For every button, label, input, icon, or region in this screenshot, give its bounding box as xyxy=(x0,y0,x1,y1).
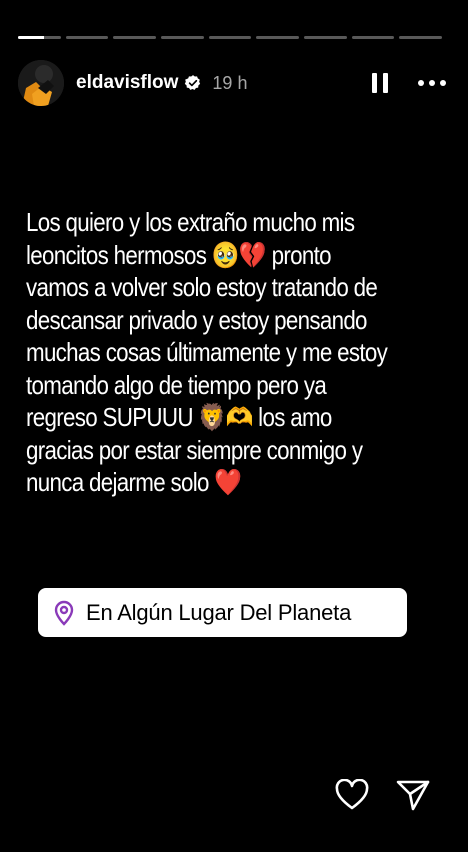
progress-segment xyxy=(304,36,347,39)
verified-badge-icon xyxy=(185,75,201,90)
share-button[interactable] xyxy=(394,776,432,814)
avatar[interactable] xyxy=(18,60,64,106)
caption-line: tomando algo de tiempo pero ya xyxy=(26,369,327,400)
location-pin-icon xyxy=(54,600,74,626)
more-icon xyxy=(418,80,424,86)
caption-line: nunca dejarme solo ❤️ xyxy=(26,467,242,497)
more-options-button[interactable] xyxy=(414,69,450,97)
like-button[interactable] xyxy=(333,776,371,814)
progress-segment xyxy=(399,36,443,39)
location-sticker[interactable]: En Algún Lugar Del Planeta xyxy=(38,588,407,637)
progress-segment xyxy=(18,36,61,39)
caption-line: descansar privado y estoy pensando xyxy=(26,304,368,335)
heart-icon xyxy=(335,779,369,810)
progress-segment xyxy=(351,36,395,39)
pause-button[interactable] xyxy=(366,69,394,97)
story-header: eldavisflow 19 h xyxy=(18,58,450,108)
story-progress-bar xyxy=(18,36,443,39)
caption-line: regreso SUPUUU 🦁🫶 los amo xyxy=(26,402,332,432)
progress-segment xyxy=(65,36,109,39)
progress-segment xyxy=(113,36,157,39)
username[interactable]: eldavisflow xyxy=(76,72,178,94)
caption-line: muchas cosas últimamente y me estoy xyxy=(26,337,388,367)
caption-line: leoncitos hermosos 🥹💔 pronto xyxy=(26,239,332,270)
progress-segment xyxy=(256,36,300,39)
caption-line: vamos a volver solo estoy tratando de xyxy=(26,272,378,302)
post-time: 19 h xyxy=(212,72,248,93)
story-caption: Los quiero y los extraño mucho mis leonc… xyxy=(26,206,447,499)
progress-segment xyxy=(208,36,252,39)
location-label: En Algún Lugar Del Planeta xyxy=(86,599,352,625)
pause-icon xyxy=(372,73,377,93)
progress-segment xyxy=(161,36,204,39)
caption-line: Los quiero y los extraño mucho mis xyxy=(26,207,355,237)
send-icon xyxy=(396,780,430,811)
caption-line: gracias por estar siempre conmigo y xyxy=(26,434,363,465)
